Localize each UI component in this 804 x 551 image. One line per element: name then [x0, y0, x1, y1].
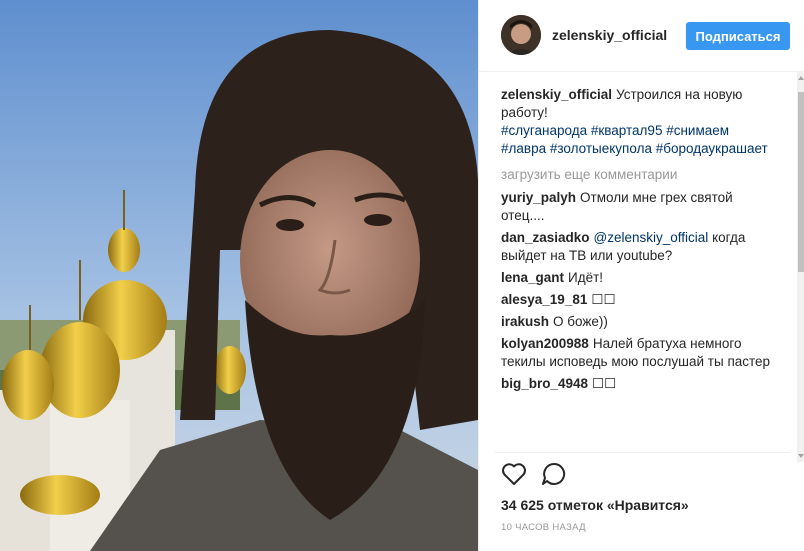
follow-button[interactable]: Подписаться [686, 22, 790, 50]
comment-icon[interactable] [541, 462, 567, 491]
hashtag[interactable]: #бородаукрашает [656, 141, 768, 156]
load-more-comments[interactable]: загрузить еще комментарии [501, 166, 771, 184]
comment-username[interactable]: big_bro_4948 [501, 376, 588, 391]
hashtag[interactable]: #лавра [501, 141, 546, 156]
comment: irakush О боже)) [501, 313, 771, 331]
scrollbar-thumb[interactable] [798, 92, 804, 272]
post-panel: zelenskiy_official Подписаться zelenskiy… [478, 0, 804, 551]
comments-scrollbar[interactable] [797, 72, 804, 462]
comment-text: ☐☐ [591, 292, 616, 307]
comment-username[interactable]: irakush [501, 314, 549, 329]
likes-count[interactable]: 34 625 отметок «Нравится» [501, 497, 689, 513]
comment: yuriy_palyh Отмоли мне грех святой отец..… [501, 189, 771, 225]
caption-username[interactable]: zelenskiy_official [501, 87, 612, 102]
comment: lena_gant Идёт! [501, 269, 771, 287]
post-header: zelenskiy_official Подписаться [479, 0, 804, 72]
heart-icon[interactable] [501, 462, 527, 491]
comment-username[interactable]: lena_gant [501, 270, 564, 285]
hashtag[interactable]: #золотыекупола [550, 141, 652, 156]
comment: dan_zasiadko @zelenskiy_official когда вы… [501, 229, 771, 265]
avatar[interactable] [501, 15, 541, 55]
selfie-image [0, 0, 478, 551]
comment-username[interactable]: alesya_19_81 [501, 292, 587, 307]
comment-text: Идёт! [568, 270, 604, 285]
scroll-down-arrow-icon[interactable] [798, 454, 804, 458]
hashtag[interactable]: #снимаем [666, 123, 729, 138]
comment-username[interactable]: dan_zasiadko [501, 230, 590, 245]
scroll-up-arrow-icon[interactable] [798, 76, 804, 80]
comments-list: zelenskiy_official Устроился на новую раб… [501, 86, 771, 397]
avatar-image [501, 15, 541, 55]
comment: alesya_19_81 ☐☐ [501, 291, 771, 309]
comment-text: О боже)) [553, 314, 608, 329]
comment-mention[interactable]: @zelenskiy_official [594, 230, 709, 245]
comment-text: ☐☐ [592, 376, 617, 391]
hashtag[interactable]: #квартал95 [591, 123, 663, 138]
post-photo[interactable] [0, 0, 478, 551]
comment: kolyan200988 Налей братуха немного текилы… [501, 335, 771, 371]
header-username[interactable]: zelenskiy_official [552, 27, 667, 43]
caption: zelenskiy_official Устроился на новую раб… [501, 86, 771, 158]
post-timestamp[interactable]: 10 ЧАСОВ НАЗАД [501, 522, 586, 533]
divider [495, 452, 790, 453]
hashtag[interactable]: #слуганарода [501, 123, 587, 138]
comment: big_bro_4948 ☐☐ [501, 375, 771, 393]
comment-username[interactable]: yuriy_palyh [501, 190, 576, 205]
comment-username[interactable]: kolyan200988 [501, 336, 589, 351]
